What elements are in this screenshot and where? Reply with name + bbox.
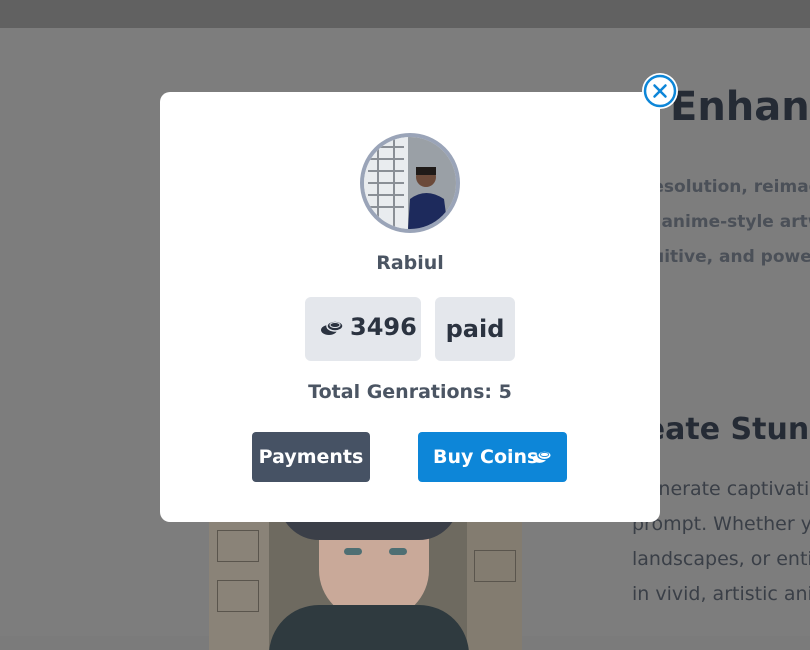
hero-description-line: resolution, reimag [644,177,810,197]
close-button[interactable] [642,73,678,109]
buy-coins-button[interactable]: Buy Coins [418,432,567,482]
coin-balance-card: 3496 [305,297,421,361]
coins-icon [532,450,552,463]
total-generations: Total Genrations: 5 [308,381,512,403]
hero-description-line: e anime-style artwo [644,212,810,232]
username: Rabiul [376,252,444,274]
payments-button[interactable]: Payments [252,432,370,482]
avatar [360,133,460,233]
top-bar [0,0,810,28]
section-text-line: in vivid, artistic anim [632,583,810,605]
close-circle-icon [643,74,677,108]
plan-badge: paid [435,297,515,361]
section-text-line: landscapes, or entire [632,548,810,570]
hero-description-line: tuitive, and powerfu [644,247,810,267]
coin-balance-value: 3496 [350,313,417,341]
hero-title: Enhanc [670,84,810,130]
coins-icon [321,320,344,335]
buy-coins-label: Buy Coins [433,446,539,468]
